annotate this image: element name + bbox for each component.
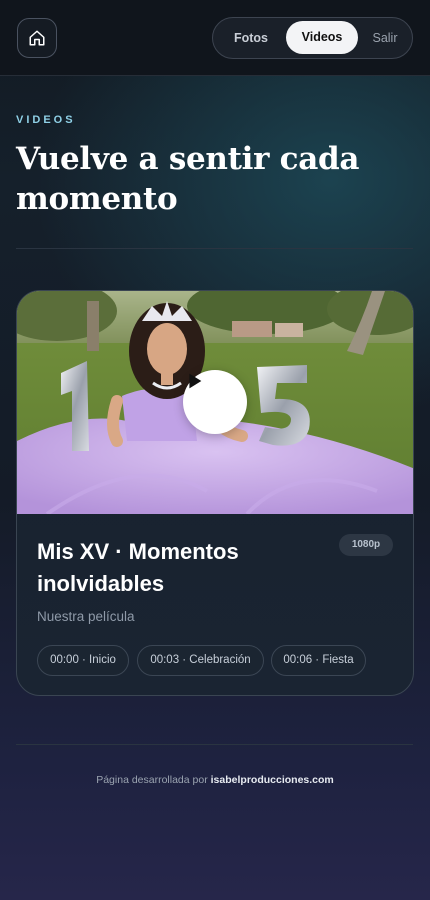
home-button[interactable]	[17, 18, 57, 58]
home-icon	[29, 30, 45, 46]
divider	[16, 744, 413, 745]
divider	[16, 248, 413, 249]
video-title: Mis XV · Momentos inolvidables	[37, 539, 239, 596]
top-nav-bar: Fotos Videos Salir	[0, 0, 430, 76]
footer-credit: Página desarrollada por isabelproduccion…	[0, 774, 430, 786]
video-card: Mis XV · Momentos inolvidables 1080p Nue…	[16, 290, 414, 696]
logout-link[interactable]: Salir	[363, 18, 407, 58]
tab-videos[interactable]: Videos	[286, 21, 358, 54]
video-subtitle: Nuestra película	[37, 609, 135, 624]
play-icon	[189, 373, 202, 389]
play-button[interactable]	[183, 370, 247, 434]
footer-prefix: Página desarrollada por	[96, 774, 211, 786]
section-eyebrow: VIDEOS	[16, 114, 76, 126]
tab-fotos[interactable]: Fotos	[221, 18, 281, 58]
resolution-badge: 1080p	[339, 534, 393, 556]
page-title: Vuelve a sentir cada momento	[16, 141, 360, 217]
chapter-chip-inicio[interactable]: 00:00 · Inicio	[37, 645, 129, 676]
chapter-chip-celebracion[interactable]: 00:03 · Celebración	[137, 645, 264, 676]
footer-site-link[interactable]: isabelproducciones.com	[211, 774, 334, 786]
view-switcher: Fotos Videos Salir	[212, 17, 413, 59]
chapter-chip-fiesta[interactable]: 00:06 · Fiesta	[271, 645, 366, 676]
video-thumbnail[interactable]	[17, 291, 413, 514]
